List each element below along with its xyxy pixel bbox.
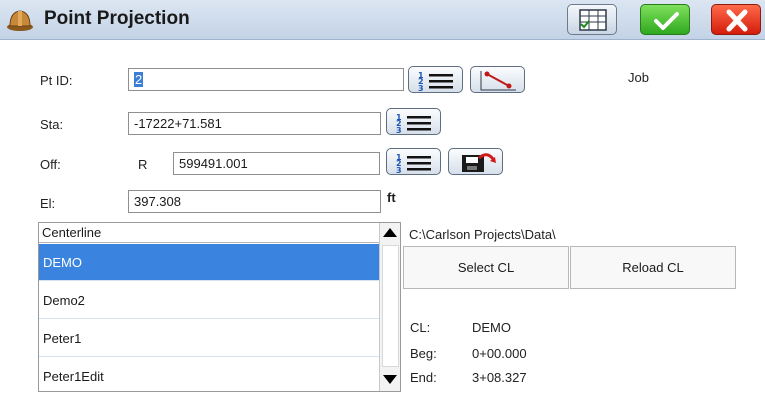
el-input[interactable]: 397.308	[128, 190, 381, 213]
beg-value: 0+00.000	[472, 346, 527, 361]
pt-id-input[interactable]: 2	[128, 68, 404, 91]
sta-input[interactable]: -17222+71.581	[128, 112, 381, 135]
pt-id-list-button[interactable]: 1 2 3	[408, 66, 463, 93]
list-scrollbar[interactable]	[379, 223, 400, 391]
store-point-button[interactable]	[448, 148, 503, 175]
cancel-button[interactable]	[711, 4, 761, 35]
cl-label: CL:	[410, 320, 431, 335]
pt-id-label: Pt ID:	[40, 73, 73, 88]
scroll-down-arrow-icon[interactable]	[383, 375, 397, 384]
end-value: 3+08.327	[472, 370, 527, 385]
ok-button[interactable]	[640, 4, 690, 35]
pt-id-value: 2	[134, 72, 144, 87]
scroll-thumb[interactable]	[382, 245, 399, 367]
job-label: Job	[628, 70, 649, 85]
pick-point-button[interactable]	[470, 66, 525, 93]
centerline-list[interactable]: Centerline DEMO Demo2 Peter1 Peter1Edit	[38, 222, 401, 392]
close-icon	[726, 9, 748, 32]
numbered-list-icon: 1 2 3	[396, 153, 431, 175]
svg-text:3: 3	[396, 166, 402, 175]
list-item[interactable]: Peter1Edit	[39, 358, 379, 391]
el-unit: ft	[387, 190, 396, 205]
svg-text:3: 3	[396, 126, 402, 135]
hardhat-icon	[6, 6, 34, 34]
spreadsheet-icon	[579, 9, 607, 31]
sta-list-button[interactable]: 1 2 3	[386, 108, 441, 135]
end-label: End:	[410, 370, 437, 385]
scroll-up-arrow-icon[interactable]	[383, 228, 397, 237]
beg-label: Beg:	[410, 346, 437, 361]
numbered-list-icon: 1 2 3	[418, 71, 453, 93]
select-cl-button[interactable]: Select CL	[403, 246, 569, 289]
window-title: Point Projection	[44, 8, 190, 29]
numbered-list-icon: 1 2 3	[396, 113, 431, 135]
off-list-button[interactable]: 1 2 3	[386, 148, 441, 175]
centerline-list-header: Centerline	[39, 223, 379, 243]
reload-cl-button[interactable]: Reload CL	[570, 246, 736, 289]
list-item[interactable]: DEMO	[39, 244, 379, 281]
title-bar: Point Projection	[0, 0, 765, 40]
list-item[interactable]: Demo2	[39, 282, 379, 319]
list-item[interactable]: Peter1	[39, 320, 379, 357]
cl-value: DEMO	[472, 320, 511, 335]
sta-label: Sta:	[40, 117, 64, 132]
off-input[interactable]: 599491.001	[173, 152, 380, 175]
off-label: Off:	[40, 157, 61, 172]
grid-view-button[interactable]	[567, 4, 617, 35]
svg-text:3: 3	[418, 84, 424, 93]
pick-point-icon	[480, 71, 516, 91]
checkmark-icon	[654, 12, 679, 30]
save-disk-icon	[462, 153, 496, 172]
off-side-selector[interactable]: R	[138, 157, 147, 172]
data-path: C:\Carlson Projects\Data\	[409, 227, 556, 242]
el-label: El:	[40, 196, 56, 211]
